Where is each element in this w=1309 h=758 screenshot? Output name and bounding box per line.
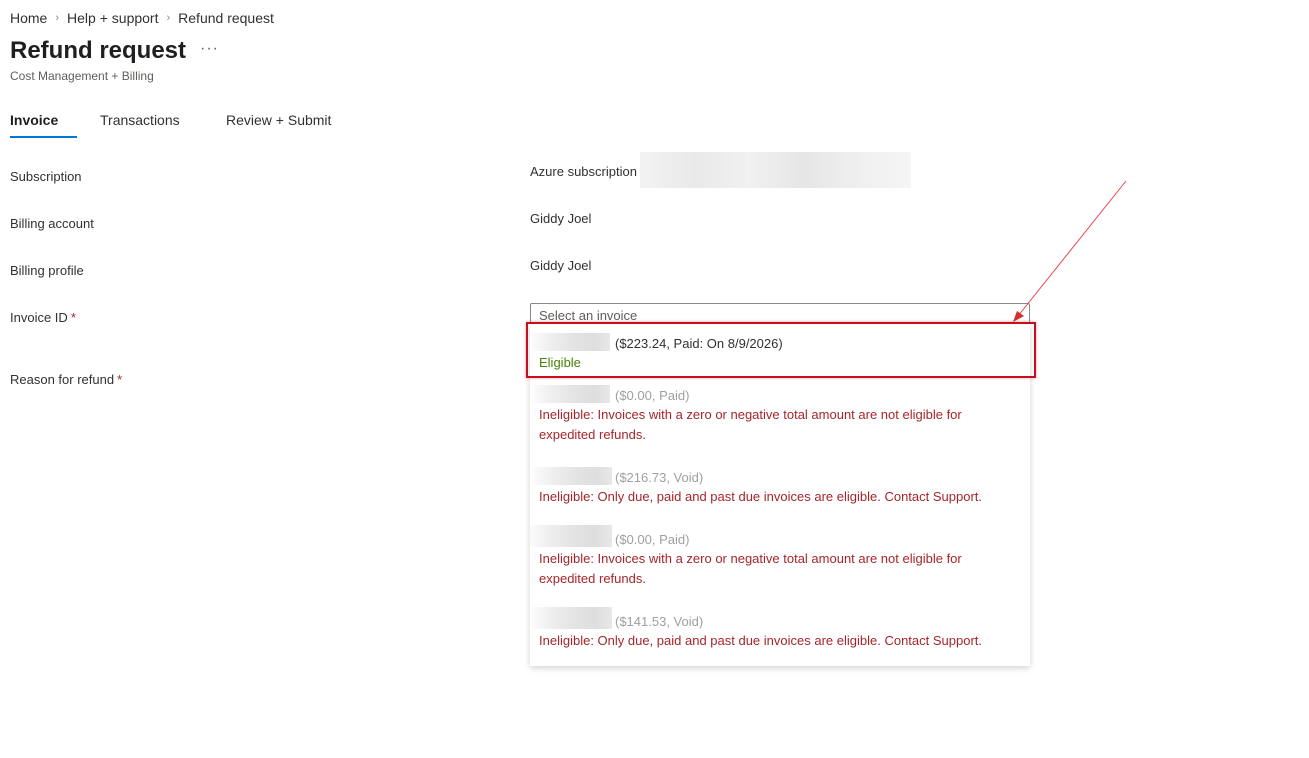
invoice-id-label: Invoice ID *	[10, 310, 76, 325]
invoice-option-amount: ($216.73, Void)	[615, 470, 704, 485]
invoice-id-label-text: Invoice ID	[10, 310, 68, 325]
redacted-invoice-id	[534, 385, 610, 403]
reason-label-text: Reason for refund	[10, 372, 115, 387]
invoice-dropdown-list: ($223.24, Paid: On 8/9/2026) Eligible ($…	[530, 323, 1030, 666]
subscription-label: Subscription	[10, 169, 82, 184]
redacted-subscription-id	[640, 152, 911, 188]
breadcrumb: Home › Help + support › Refund request	[10, 10, 274, 26]
invoice-option-status: Ineligible: Only due, paid and past due …	[539, 633, 983, 648]
invoice-option-amount: ($223.24, Paid: On 8/9/2026)	[615, 336, 783, 351]
redacted-invoice-id	[530, 525, 612, 547]
breadcrumb-home[interactable]: Home	[10, 10, 47, 26]
invoice-option-amount: ($0.00, Paid)	[615, 388, 690, 403]
billing-profile-value: Giddy Joel	[530, 258, 592, 273]
billing-account-label: Billing account	[10, 216, 94, 231]
invoice-option-4[interactable]: ($0.00, Paid) Ineligible: Invoices with …	[530, 525, 1030, 595]
chevron-right-icon: ›	[55, 12, 60, 24]
breadcrumb-refund-request[interactable]: Refund request	[178, 10, 274, 26]
reason-label: Reason for refund *	[10, 372, 122, 387]
invoice-option-status: Ineligible: Invoices with a zero or nega…	[539, 551, 962, 586]
invoice-option-1[interactable]: ($223.24, Paid: On 8/9/2026) Eligible	[530, 323, 1030, 379]
invoice-select-placeholder: Select an invoice	[539, 308, 638, 323]
redacted-invoice-id	[532, 607, 612, 629]
billing-profile-label: Billing profile	[10, 263, 84, 278]
redacted-invoice-id	[534, 467, 612, 485]
invoice-option-status: Ineligible: Invoices with a zero or nega…	[539, 407, 962, 442]
active-tab-indicator	[10, 136, 77, 138]
required-marker: *	[70, 310, 76, 325]
billing-account-value: Giddy Joel	[530, 211, 592, 226]
invoice-option-5[interactable]: ($141.53, Void) Ineligible: Only due, pa…	[530, 607, 1030, 657]
invoice-option-amount: ($0.00, Paid)	[615, 532, 690, 547]
invoice-option-amount: ($141.53, Void)	[615, 614, 704, 629]
invoice-option-status: Ineligible: Only due, paid and past due …	[539, 489, 983, 504]
invoice-option-3[interactable]: ($216.73, Void) Ineligible: Only due, pa…	[530, 463, 1030, 513]
chevron-right-icon: ›	[166, 12, 171, 24]
invoice-option-status: Eligible	[539, 355, 581, 370]
page-title: Refund request	[10, 37, 187, 64]
tab-transactions[interactable]: Transactions	[100, 112, 180, 128]
annotation-arrow-line	[1017, 180, 1127, 317]
subscription-value: Azure subscription	[530, 164, 637, 179]
invoice-option-2[interactable]: ($0.00, Paid) Ineligible: Invoices with …	[530, 381, 1030, 451]
tab-invoice[interactable]: Invoice	[10, 112, 58, 128]
tab-review-submit[interactable]: Review + Submit	[226, 112, 331, 128]
breadcrumb-help-support[interactable]: Help + support	[67, 10, 158, 26]
redacted-invoice-id	[532, 333, 610, 351]
more-options-button[interactable]: ···	[200, 40, 219, 58]
required-marker: *	[117, 372, 123, 387]
page-subtitle: Cost Management + Billing	[10, 69, 154, 83]
